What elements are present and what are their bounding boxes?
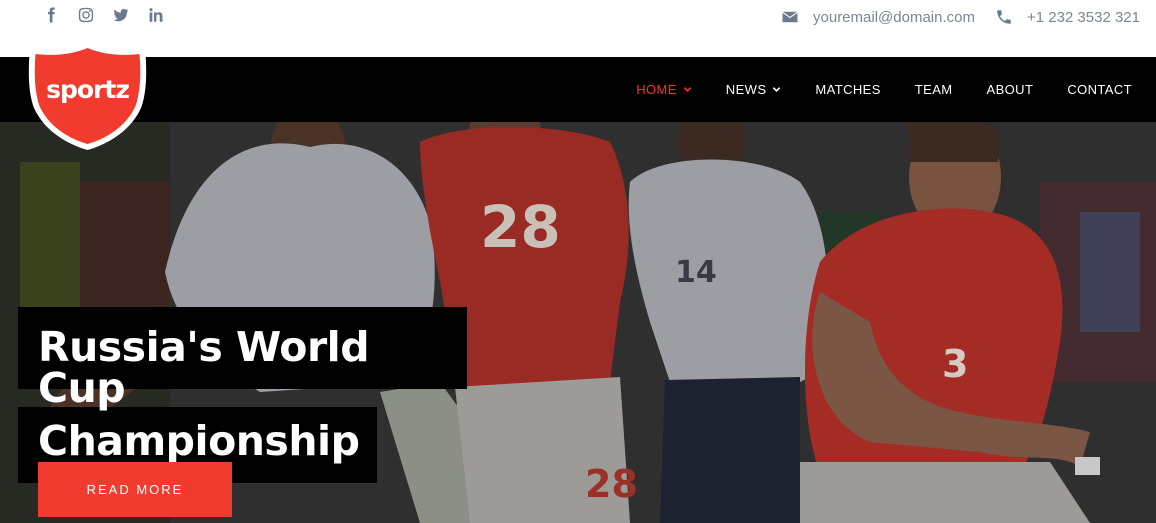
chevron-down-icon bbox=[683, 87, 692, 92]
nav-item-about[interactable]: ABOUT bbox=[987, 82, 1034, 97]
nav-item-team[interactable]: TEAM bbox=[915, 82, 953, 97]
twitter-icon bbox=[113, 8, 129, 22]
instagram-link[interactable] bbox=[75, 6, 110, 26]
linkedin-link[interactable] bbox=[145, 6, 180, 26]
email-text: youremail@domain.com bbox=[813, 8, 975, 26]
hero-banner: 28 28 14 3 Russia's World Cup Championsh… bbox=[0, 122, 1156, 523]
instagram-icon bbox=[78, 7, 94, 23]
facebook-link[interactable] bbox=[40, 6, 75, 26]
top-bar: youremail@domain.com +1 232 3532 321 bbox=[0, 0, 1156, 57]
logo-text: sportz bbox=[46, 75, 130, 104]
twitter-link[interactable] bbox=[110, 6, 145, 26]
nav-item-label: HOME bbox=[636, 82, 677, 97]
phone-contact[interactable]: +1 232 3532 321 bbox=[995, 8, 1140, 26]
nav-item-matches[interactable]: MATCHES bbox=[815, 82, 880, 97]
nav-item-label: NEWS bbox=[725, 82, 767, 97]
facebook-icon bbox=[48, 7, 55, 23]
svg-text:28: 28 bbox=[480, 193, 561, 261]
svg-text:14: 14 bbox=[675, 255, 717, 290]
nav-item-label: ABOUT bbox=[986, 82, 1034, 97]
svg-text:28: 28 bbox=[585, 462, 638, 506]
social-links bbox=[40, 6, 180, 26]
contact-info: youremail@domain.com +1 232 3532 321 bbox=[761, 8, 1140, 26]
read-more-button[interactable]: READ MORE bbox=[38, 462, 232, 517]
phone-text: +1 232 3532 321 bbox=[1026, 8, 1140, 26]
nav-item-news[interactable]: NEWS bbox=[726, 82, 782, 97]
nav-item-home[interactable]: HOME bbox=[636, 82, 692, 97]
svg-text:3: 3 bbox=[942, 342, 968, 386]
linkedin-icon bbox=[149, 8, 163, 22]
nav-item-label: MATCHES bbox=[815, 82, 881, 97]
nav-item-label: TEAM bbox=[914, 82, 953, 97]
hero-title-line-1: Russia's World Cup bbox=[18, 307, 467, 409]
chevron-down-icon bbox=[773, 87, 781, 92]
site-logo[interactable]: sportz bbox=[24, 40, 151, 152]
phone-icon bbox=[997, 10, 1011, 24]
main-navbar: HOME NEWS MATCHES TEAM ABOUT CONTACT bbox=[0, 57, 1156, 122]
main-menu: HOME NEWS MATCHES TEAM ABOUT CONTACT bbox=[602, 57, 1132, 122]
nav-item-label: CONTACT bbox=[1067, 82, 1132, 97]
nav-item-contact[interactable]: CONTACT bbox=[1067, 82, 1132, 97]
email-contact[interactable]: youremail@domain.com bbox=[781, 8, 975, 26]
hero-title: Russia's World Cup Championship bbox=[18, 307, 467, 483]
envelope-icon bbox=[782, 11, 798, 23]
